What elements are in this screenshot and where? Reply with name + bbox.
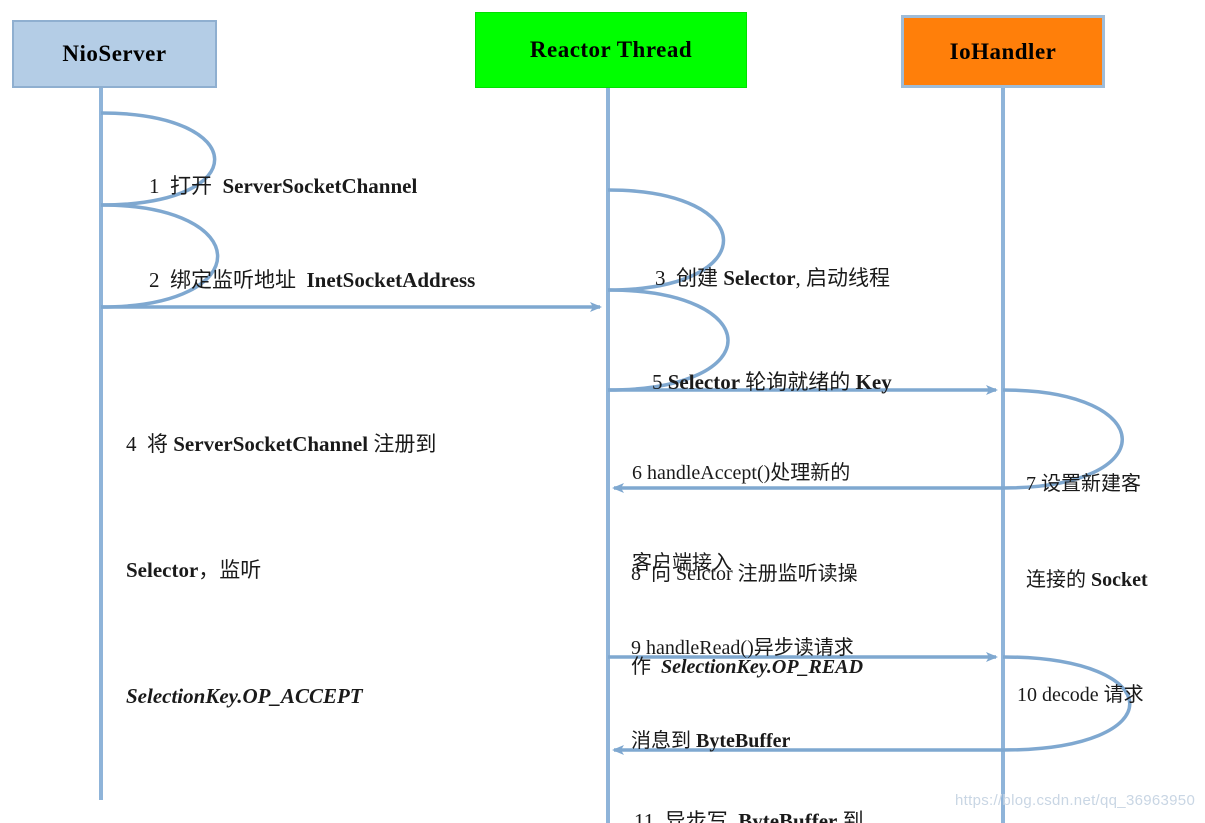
actor-label-nioserver: NioServer (62, 41, 167, 66)
actor-box-nioserver[interactable]: NioServer (12, 20, 217, 88)
actor-box-reactor[interactable]: Reactor Thread (475, 12, 747, 88)
message-label-10: 10 decode 请求 (1017, 684, 1144, 706)
watermark-text: https://blog.csdn.net/qq_36963950 (955, 792, 1196, 809)
actor-box-iohandler[interactable]: IoHandler (901, 15, 1105, 88)
sequence-diagram-canvas: NioServer Reactor Thread IoHandler 1 打开 … (0, 0, 1205, 823)
message-label-2: 2 绑定监听地址 InetSocketAddress (149, 267, 476, 292)
message-label-4: 4 将 ServerSocketChannel 注册到 Selector，监听 … (126, 432, 437, 708)
actor-label-iohandler: IoHandler (949, 38, 1057, 64)
message-label-7: 7 设置新建客 连接的 Socket (1026, 473, 1148, 591)
message-label-3: 3 创建 Selector, 启动线程 (655, 265, 891, 290)
message-label-1: 1 打开 ServerSocketChannel (149, 173, 418, 198)
actor-label-reactor: Reactor Thread (529, 37, 693, 62)
message-label-11: 11 异步写 ByteBuffer 到 SocketChannel (634, 808, 864, 823)
